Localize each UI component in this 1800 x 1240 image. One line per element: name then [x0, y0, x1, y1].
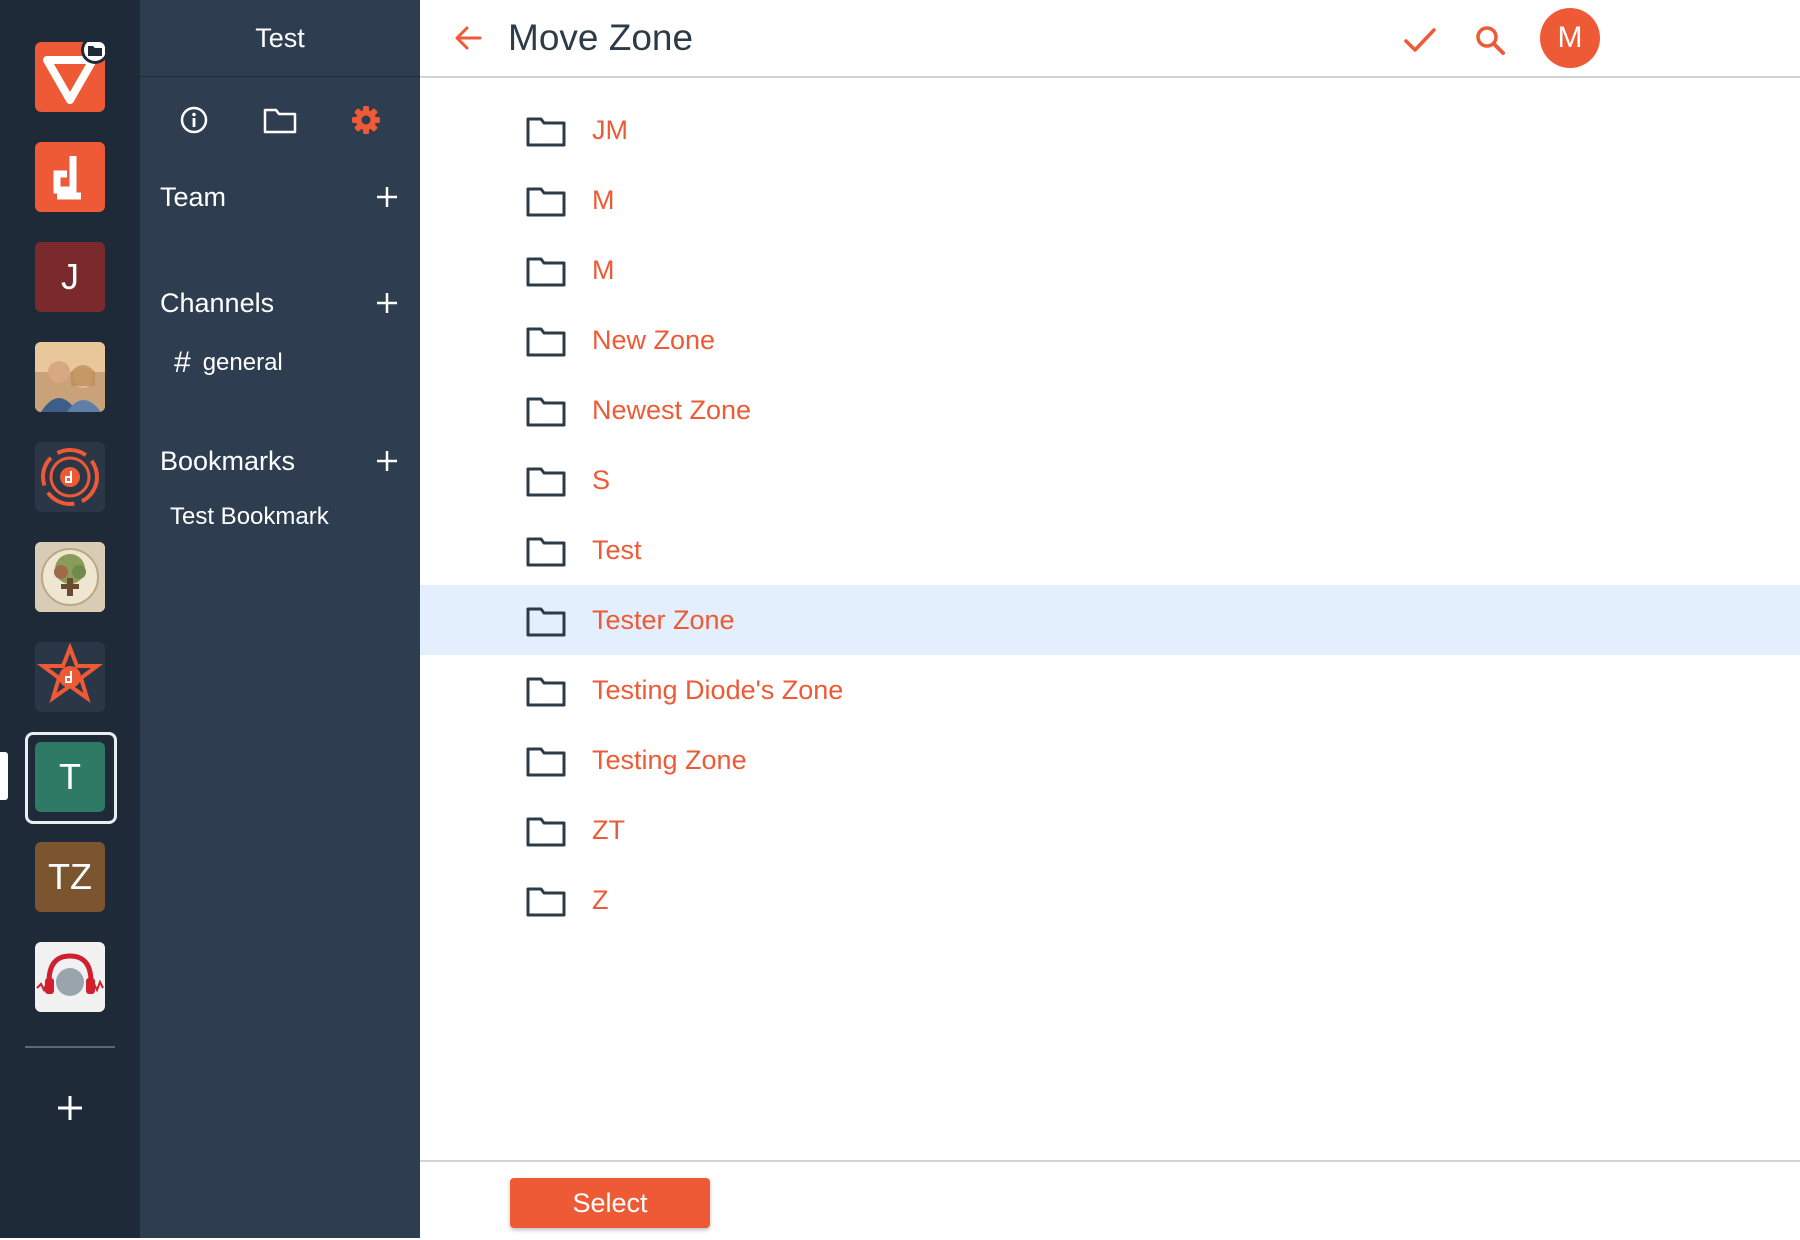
workspace-title: Test [140, 0, 420, 77]
app-star[interactable] [35, 642, 105, 712]
team-section: Team [160, 175, 400, 219]
plus-icon [377, 451, 397, 471]
app-d-logo[interactable] [35, 142, 105, 212]
zone-list: JM M M New Zone Newest Zone S Test Teste… [420, 95, 1800, 935]
list-item[interactable]: JM [420, 95, 1800, 165]
arrow-left-icon [455, 26, 482, 50]
plus-icon [377, 293, 397, 313]
team-label: Team [160, 181, 227, 212]
zone-name: Newest Zone [592, 395, 752, 425]
confirm-button[interactable] [1398, 18, 1442, 62]
add-app-button[interactable] [50, 1088, 90, 1128]
app-t[interactable]: T [35, 742, 105, 812]
app-tz[interactable]: TZ [35, 842, 105, 912]
user-avatar[interactable]: M [1540, 8, 1600, 68]
selected-app-marker [0, 752, 8, 800]
workspace-panel: Test Team Channels # general Bookmarks T… [140, 0, 420, 1238]
gear-icon [352, 106, 380, 134]
app-orbit[interactable] [35, 442, 105, 512]
folder-icon [526, 677, 566, 707]
zone-name: Testing Diode's Zone [592, 675, 844, 705]
photo-avatar-icon [35, 342, 105, 412]
app-tz-letter: TZ [48, 856, 92, 897]
app-j[interactable]: J [35, 242, 105, 312]
list-item[interactable]: Test [420, 515, 1800, 585]
zone-name: M [592, 255, 615, 285]
bookmarks-label: Bookmarks [160, 445, 296, 476]
app-logo-folder[interactable] [35, 42, 105, 112]
rail-divider [25, 1046, 115, 1048]
list-item[interactable]: Testing Zone [420, 725, 1800, 795]
folder-icon [526, 747, 566, 777]
app-t-letter: T [59, 756, 81, 797]
zone-name: Test [592, 535, 642, 565]
folder-icon [526, 257, 566, 287]
check-icon [1404, 28, 1436, 52]
folder-icon [526, 887, 566, 917]
folder-icon [263, 108, 297, 134]
tab-settings[interactable] [346, 100, 386, 140]
channel-item-general[interactable]: # general [174, 343, 283, 383]
zone-name: Z [592, 885, 609, 915]
zone-name: S [592, 465, 611, 495]
search-button[interactable] [1468, 18, 1512, 62]
d-logo-icon [53, 156, 81, 200]
zone-name: New Zone [592, 325, 716, 355]
list-item[interactable]: New Zone [420, 305, 1800, 375]
add-channel-button[interactable] [374, 290, 400, 316]
list-item[interactable]: Testing Diode's Zone [420, 655, 1800, 725]
list-item[interactable]: M [420, 235, 1800, 305]
info-icon [180, 106, 208, 134]
app-tree[interactable] [35, 542, 105, 612]
folder-icon [526, 117, 566, 147]
star-network-icon [37, 642, 103, 703]
add-bookmark-button[interactable] [374, 448, 400, 474]
zone-name: M [592, 185, 615, 215]
zone-name: Tester Zone [592, 605, 735, 635]
search-icon [1476, 26, 1505, 55]
tab-info[interactable] [174, 100, 214, 140]
page-title: Move Zone [508, 17, 694, 58]
header-bar: Move Zone M [420, 0, 1800, 78]
plus-icon [58, 1096, 82, 1120]
bookmark-item[interactable]: Test Bookmark [170, 497, 329, 537]
list-item[interactable]: Newest Zone [420, 375, 1800, 445]
folder-icon [526, 817, 566, 847]
footer-bar: Select [420, 1160, 1800, 1240]
orbit-logo-icon [41, 448, 99, 506]
folder-icon [526, 397, 566, 427]
list-item[interactable]: Z [420, 865, 1800, 935]
headphones-globe-icon [36, 953, 104, 996]
zone-name: ZT [592, 815, 625, 845]
folder-icon [526, 467, 566, 497]
zone-name: Testing Zone [592, 745, 747, 775]
zone-name: JM [592, 115, 628, 145]
channels-section: Channels [160, 281, 400, 325]
app-photo[interactable] [35, 342, 105, 412]
add-team-button[interactable] [374, 184, 400, 210]
list-item[interactable]: M [420, 165, 1800, 235]
list-item[interactable]: S [420, 445, 1800, 515]
app-rail: J T TZ [0, 0, 140, 1238]
channels-label: Channels [160, 287, 275, 318]
tree-logo-icon [35, 542, 105, 612]
back-button[interactable] [448, 18, 488, 58]
main-content: Move Zone M JM M M New Zone Newest Zone … [420, 0, 1800, 1238]
tab-folder[interactable] [260, 100, 300, 140]
folder-icon [526, 607, 566, 637]
bookmarks-section: Bookmarks [160, 439, 400, 483]
folder-icon [526, 327, 566, 357]
folder-icon [526, 187, 566, 217]
select-button[interactable]: Select [510, 1178, 710, 1228]
app-headphones[interactable] [35, 942, 105, 1012]
folder-icon [526, 537, 566, 567]
list-item-selected[interactable]: Tester Zone [420, 585, 1800, 655]
plus-icon [377, 187, 397, 207]
list-item[interactable]: ZT [420, 795, 1800, 865]
v-logo-folder-badge-icon [35, 42, 105, 112]
channel-name: general [202, 349, 283, 376]
app-j-letter: J [61, 256, 79, 297]
hash-icon: # [174, 346, 191, 379]
